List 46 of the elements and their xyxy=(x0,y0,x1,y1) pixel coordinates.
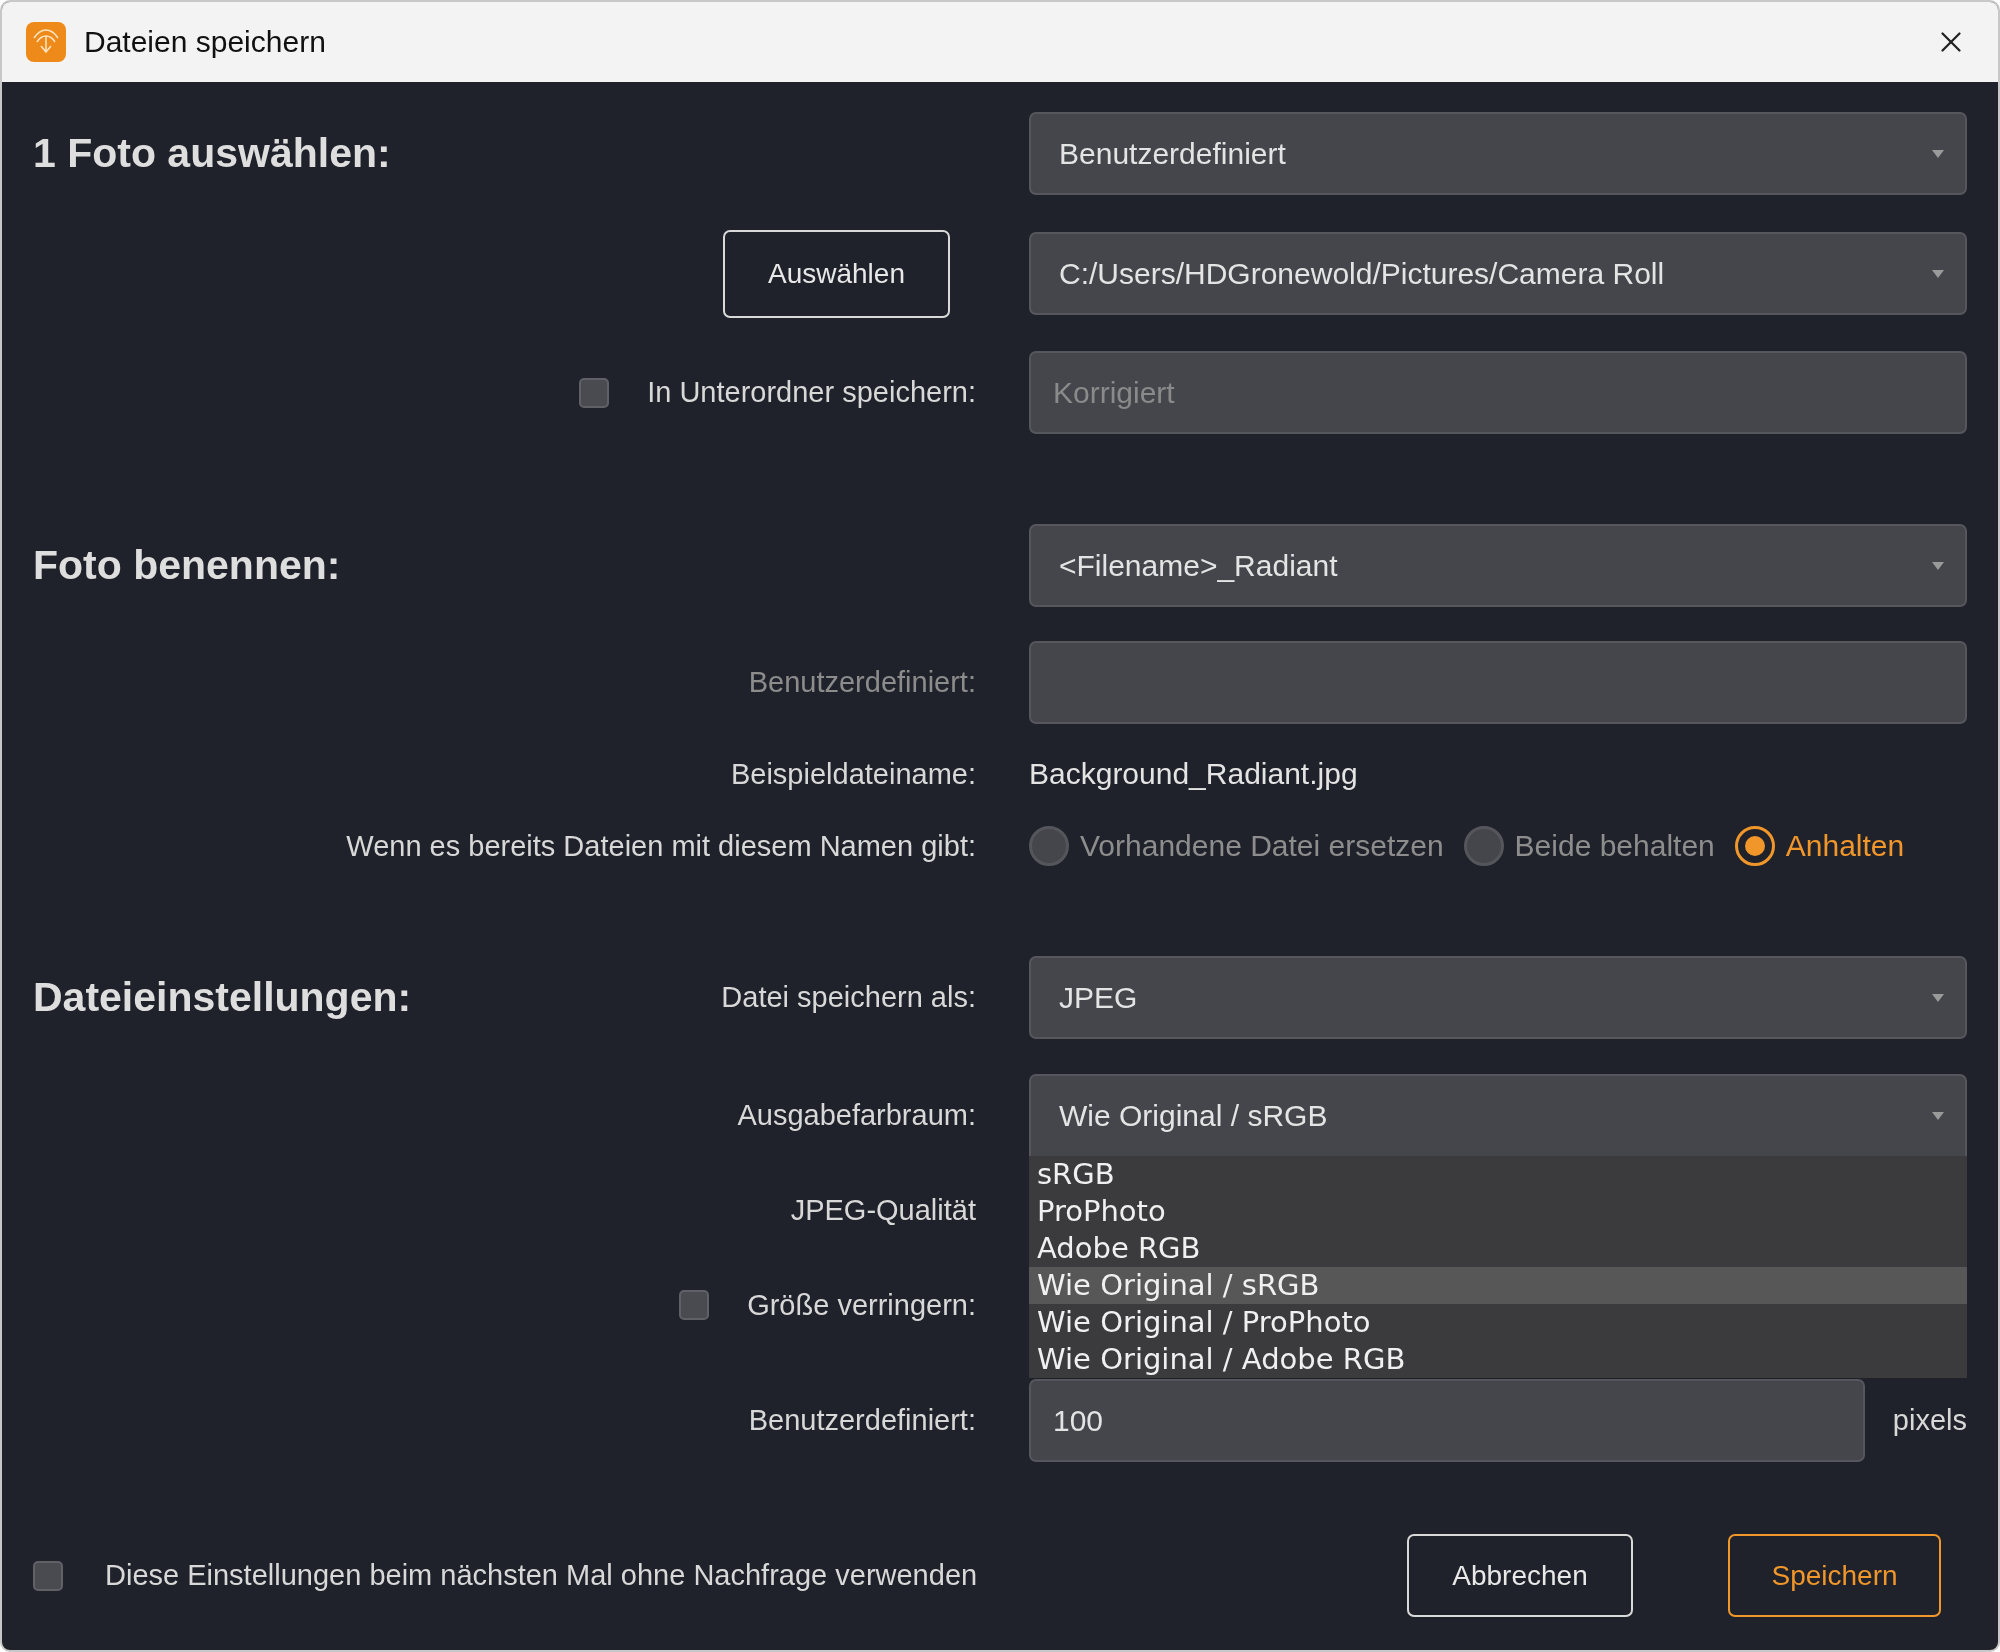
color-space-label: Ausgabefarbraum: xyxy=(737,1099,976,1132)
radio-label: Beide behalten xyxy=(1514,829,1715,863)
radio-button[interactable] xyxy=(1463,826,1504,866)
menu-item[interactable]: Wie Original / sRGB xyxy=(1029,1266,1967,1304)
filename-template-dropdown[interactable]: <Filename>_Radiant xyxy=(1029,524,1967,607)
section-heading: Foto benennen: xyxy=(33,542,341,589)
caret-icon xyxy=(1931,560,1945,571)
menu-item[interactable]: ProPhoto xyxy=(1029,1192,1967,1230)
section-heading: Dateieinstellungen: xyxy=(33,974,412,1021)
caret-icon xyxy=(1931,268,1945,279)
menu-item[interactable]: Wie Original / Adobe RGB xyxy=(1029,1340,1967,1378)
custom-name-input-field[interactable] xyxy=(1029,641,1967,724)
menu-item[interactable]: Adobe RGB xyxy=(1029,1229,1967,1267)
radio-label: Vorhandene Datei ersetzen xyxy=(1080,829,1444,863)
app-logo-icon xyxy=(26,22,66,62)
example-filename-label: Beispieldateiname: xyxy=(730,757,976,791)
choose-button[interactable]: Auswählen xyxy=(723,229,950,318)
preset-dropdown[interactable]: Benutzerdefiniert xyxy=(1029,112,1967,195)
section-heading: 1 Foto auswählen: xyxy=(33,130,391,177)
caret-icon xyxy=(1931,1110,1945,1121)
remember-checkbox[interactable] xyxy=(33,1560,63,1591)
example-filename: Background_Radiant.jpg xyxy=(1029,757,1358,791)
cancel-button[interactable]: Abbrechen xyxy=(1407,1534,1633,1617)
window-title: Dateien speichern xyxy=(84,25,327,59)
format-label: Datei speichern als: xyxy=(721,981,976,1014)
conflict-label: Wenn es bereits Dateien mit diesem Namen gibt: xyxy=(346,829,976,863)
custom-name-label: Benutzerdefiniert: xyxy=(748,666,976,699)
unit-label: pixels xyxy=(1892,1404,1967,1437)
format-dropdown[interactable]: JPEG xyxy=(1029,956,1967,1039)
custom-size-label: Benutzerdefiniert: xyxy=(748,1404,976,1437)
caret-icon xyxy=(1931,148,1945,159)
caret-icon xyxy=(1931,992,1945,1003)
jpeg-quality-label: JPEG-Qualität xyxy=(790,1193,976,1227)
radio-button[interactable] xyxy=(1734,826,1775,866)
size-input-field[interactable]: 100 xyxy=(1029,1379,1865,1462)
radio-label: Anhalten xyxy=(1785,829,1905,863)
folder-dropdown[interactable]: C:/Users/HDGronewold/Pictures/Camera Roll xyxy=(1029,232,1967,315)
radio-button[interactable] xyxy=(1029,826,1069,866)
menu-item[interactable]: sRGB xyxy=(1029,1155,1967,1193)
subfolder-label: In Unterordner speichern: xyxy=(647,376,976,409)
resize-label: Größe verringern: xyxy=(747,1288,976,1322)
remember-label: Diese Einstellungen beim nächsten Mal ohne Nachfrage verwenden xyxy=(105,1559,978,1592)
color-space-dropdown[interactable]: Wie Original / sRGB xyxy=(1029,1074,1967,1157)
menu-item[interactable]: Wie Original / ProPhoto xyxy=(1029,1303,1967,1341)
save-button[interactable]: Speichern xyxy=(1728,1534,1941,1617)
resize-checkbox[interactable] xyxy=(679,1290,710,1320)
